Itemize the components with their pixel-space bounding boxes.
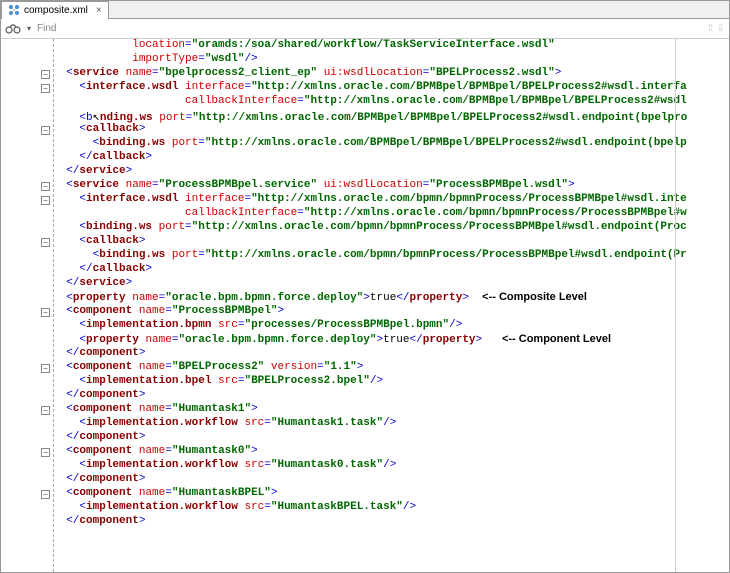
code-area[interactable]: location="oramds:/soa/shared/workflow/Ta… <box>53 39 729 572</box>
code-line: <binding.ws port="http://xmlns.oracle.co… <box>53 249 729 263</box>
code-line: <property name="oracle.bpm.bpmn.force.de… <box>53 291 729 305</box>
fold-toggle[interactable]: − <box>41 182 50 191</box>
find-prev-icon[interactable]: ⇧ <box>706 23 714 34</box>
code-line: <property name="oracle.bpm.bpmn.force.de… <box>53 333 729 347</box>
code-line: importType="wsdl"/> <box>53 53 729 67</box>
fold-toggle[interactable]: − <box>41 126 50 135</box>
code-line: </callback> <box>53 151 729 165</box>
code-line: <implementation.bpel src="BPELProcess2.b… <box>53 375 729 389</box>
xml-editor[interactable]: − − − − − − − − − − − <box>1 39 729 572</box>
code-line: <implementation.workflow src="Humantask1… <box>53 417 729 431</box>
fold-toggle[interactable]: − <box>41 308 50 317</box>
code-line: </component> <box>53 515 729 529</box>
find-placeholder[interactable]: Find <box>37 23 56 34</box>
code-line: <component name="Humantask1"> <box>53 403 729 417</box>
fold-toggle[interactable]: − <box>41 238 50 247</box>
code-line: <implementation.workflow src="Humantask0… <box>53 459 729 473</box>
margin-line <box>675 39 676 572</box>
cursor-icon: ↖ <box>93 110 100 123</box>
find-next-icon[interactable]: ⇩ <box>717 23 725 34</box>
fold-toggle[interactable]: − <box>41 364 50 373</box>
code-line: </service> <box>53 277 729 291</box>
fold-toggle[interactable]: − <box>41 448 50 457</box>
fold-toggle[interactable]: − <box>41 196 50 205</box>
code-line: </component> <box>53 431 729 445</box>
code-line: <interface.wsdl interface="http://xmlns.… <box>53 81 729 95</box>
fold-toggle[interactable]: − <box>41 84 50 93</box>
code-line: location="oramds:/soa/shared/workflow/Ta… <box>53 39 729 53</box>
tab-bar: composite.xml × <box>1 1 729 19</box>
find-dropdown-icon[interactable]: ▾ <box>27 24 31 33</box>
code-line: </component> <box>53 347 729 361</box>
annotation-component: <-- Component Level <box>502 333 611 345</box>
fold-toggle[interactable]: − <box>41 490 50 499</box>
code-line: <binding.ws port="http://xmlns.oracle.co… <box>53 221 729 235</box>
code-line: <interface.wsdl interface="http://xmlns.… <box>53 193 729 207</box>
code-line: <b↖nding.ws port="http://xmlns.oracle.co… <box>53 109 729 123</box>
fold-gutter: − − − − − − − − − − − <box>1 39 53 572</box>
fold-toggle[interactable]: − <box>41 70 50 79</box>
annotation-composite: <-- Composite Level <box>482 291 587 303</box>
composite-icon <box>8 4 20 16</box>
close-icon[interactable]: × <box>96 5 102 16</box>
code-line: <component name="Humantask0"> <box>53 445 729 459</box>
code-line: <component name="HumantaskBPEL"> <box>53 487 729 501</box>
fold-toggle[interactable]: − <box>41 406 50 415</box>
code-line: </service> <box>53 165 729 179</box>
file-tab[interactable]: composite.xml × <box>1 1 109 19</box>
code-line: <implementation.bpmn src="processes/Proc… <box>53 319 729 333</box>
code-line: </callback> <box>53 263 729 277</box>
tab-label: composite.xml <box>24 5 88 16</box>
indent-guide <box>53 39 54 572</box>
find-bar: ▾ Find ⇧ ⇩ <box>1 19 729 39</box>
code-line: <service name="ProcessBPMBpel.service" u… <box>53 179 729 193</box>
code-line: <callback> <box>53 235 729 249</box>
code-line: </component> <box>53 473 729 487</box>
code-line: callbackInterface="http://xmlns.oracle.c… <box>53 207 729 221</box>
code-line: <implementation.workflow src="HumantaskB… <box>53 501 729 515</box>
code-line: <callback> <box>53 123 729 137</box>
code-line: <service name="bpelprocess2_client_ep" u… <box>53 67 729 81</box>
code-line: callbackInterface="http://xmlns.oracle.c… <box>53 95 729 109</box>
find-icon[interactable] <box>5 22 21 36</box>
code-line: <component name="BPELProcess2" version="… <box>53 361 729 375</box>
code-line: <component name="ProcessBPMBpel"> <box>53 305 729 319</box>
code-line: </component> <box>53 389 729 403</box>
code-line: <binding.ws port="http://xmlns.oracle.co… <box>53 137 729 151</box>
